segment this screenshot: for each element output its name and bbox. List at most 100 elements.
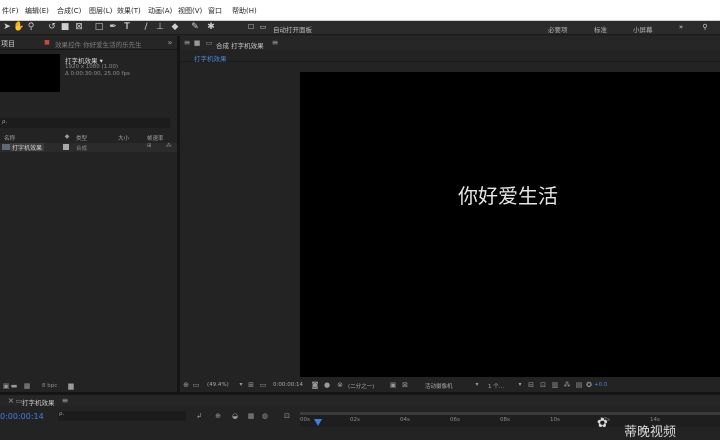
column-framerate[interactable]: 帧速率: [147, 134, 164, 142]
menu-file[interactable]: 件(F): [2, 6, 19, 16]
reset-exposure-icon[interactable]: ✪: [584, 380, 594, 390]
label-color-swatch[interactable]: [63, 144, 69, 150]
resolution-dropdown[interactable]: (二分之一): [348, 382, 374, 390]
ruler-mark: 04s: [400, 417, 410, 423]
menu-composition[interactable]: 合成(C): [57, 6, 81, 16]
project-panel-tabbar: 项目 ■ 效果控件 你好爱生活的乐先生 »: [0, 36, 177, 50]
brush-tool-icon[interactable]: /: [141, 22, 151, 33]
menu-animation[interactable]: 动画(A): [148, 6, 172, 16]
project-item-type: 合成: [76, 146, 88, 152]
graph-editor-icon[interactable]: ⊡: [282, 411, 292, 421]
tab-effect-controls[interactable]: 效果控件 你好爱生活的乐先生: [55, 39, 142, 49]
channel-icon[interactable]: ⊗: [335, 380, 345, 390]
project-search-input[interactable]: ρ.: [0, 118, 170, 128]
bpc-setting[interactable]: 8 bpc: [42, 383, 57, 389]
ruler-mark: 10s: [550, 417, 560, 423]
fast-preview-icon[interactable]: ⊡: [538, 380, 548, 390]
project-panel: 项目 ■ 效果控件 你好爱生活的乐先生 » 打字机效果 ▾ 1920 x 108…: [0, 36, 177, 390]
show-snapshot-icon[interactable]: ●: [322, 380, 332, 390]
column-name[interactable]: 名称: [4, 134, 15, 142]
timeline-search-icon: ρ.: [59, 411, 65, 417]
grid-icon[interactable]: ⊞: [246, 380, 256, 390]
draft-3d-icon[interactable]: ⊕: [213, 411, 223, 421]
roto-brush-tool-icon[interactable]: ✎: [190, 22, 200, 33]
delete-icon[interactable]: ▆: [66, 381, 76, 391]
menu-edit[interactable]: 编辑(E): [25, 6, 49, 16]
zoom-level[interactable]: (49.4%): [207, 382, 229, 388]
pen-tool-icon[interactable]: ✒: [108, 22, 118, 33]
auto-open-panel-label: 自动打开面板: [273, 26, 312, 34]
tab-menu-icon[interactable]: ≡: [270, 38, 280, 48]
timeline-icon[interactable]: ▥: [550, 380, 560, 390]
new-comp-icon[interactable]: ▦: [22, 381, 32, 391]
panel-expand-icon[interactable]: »: [165, 38, 175, 48]
lock-icon[interactable]: ■: [192, 38, 202, 48]
camera-tool-icon[interactable]: ■: [60, 22, 70, 33]
work-area-bar[interactable]: [300, 412, 720, 415]
snap-checkbox-icon[interactable]: ☐: [246, 22, 256, 33]
label-column-icon[interactable]: ◆: [62, 132, 72, 142]
menu-help[interactable]: 帮助(H): [232, 6, 257, 16]
transparency-grid-icon[interactable]: ⊠: [400, 380, 410, 390]
pan-behind-tool-icon[interactable]: ⊠: [74, 22, 84, 33]
watermark-logo-icon: ✿: [597, 416, 608, 431]
menu-window[interactable]: 窗口: [208, 6, 222, 16]
workspace-menu-icon[interactable]: »: [676, 22, 686, 33]
tree-icon: ⁂: [166, 143, 172, 149]
project-item-row[interactable]: 打字机效果 合成 ⊞ ⁂: [0, 143, 177, 152]
puppet-tool-icon[interactable]: ✱: [206, 22, 216, 33]
comp-mini-flowchart-icon[interactable]: ↲: [194, 411, 204, 421]
tab-project[interactable]: 项目: [1, 39, 15, 49]
tab-composition[interactable]: 合成 打字机效果: [216, 40, 264, 50]
column-size[interactable]: 大小: [118, 134, 129, 142]
menu-view[interactable]: 视图(V): [178, 6, 202, 16]
magnification-icon[interactable]: ⊕: [181, 380, 191, 390]
hand-tool-icon[interactable]: ✋: [13, 22, 24, 33]
snapping-icon[interactable]: ▭: [258, 22, 268, 33]
timeline-menu-icon[interactable]: ≡: [60, 396, 70, 406]
views-dropdown-icon[interactable]: ▾: [515, 380, 525, 390]
flowchart-icon: ⊞: [147, 143, 152, 149]
toggle-pixel-icon[interactable]: ⊟: [526, 380, 536, 390]
menu-layer[interactable]: 图层(L): [89, 6, 112, 16]
workspace-small-screen[interactable]: 小屏幕: [633, 24, 653, 34]
composition-viewer[interactable]: 你好爱生活: [300, 72, 720, 377]
zoom-dropdown-icon[interactable]: ▾: [236, 380, 246, 390]
search-help-icon[interactable]: ⚲: [700, 22, 710, 33]
ruler-mark: 06s: [450, 417, 460, 423]
tab-timeline[interactable]: 打字机效果: [22, 397, 55, 407]
flowchart-view-icon[interactable]: ⁂: [562, 380, 572, 390]
camera-dropdown[interactable]: 活动摄像机: [425, 382, 453, 390]
selection-tool-icon[interactable]: ➤: [2, 22, 12, 33]
workspace-essentials[interactable]: 必要项: [548, 24, 568, 34]
rotate-tool-icon[interactable]: ↺: [47, 22, 57, 33]
panel-menu-icon[interactable]: ≡: [182, 38, 192, 48]
exposure-value[interactable]: +0.0: [594, 382, 607, 388]
workspace-standard[interactable]: 标准: [594, 24, 607, 34]
current-time-display[interactable]: 0:00:00:14: [0, 412, 44, 421]
motion-blur-icon[interactable]: ◍: [260, 411, 270, 421]
composition-tabbar: ≡ ■ ▭ 合成 打字机效果 ≡: [180, 36, 720, 50]
clone-stamp-tool-icon[interactable]: ⊥: [155, 22, 165, 33]
eraser-tool-icon[interactable]: ◆: [170, 22, 180, 33]
new-folder-icon[interactable]: ▬: [9, 381, 19, 391]
menu-effect[interactable]: 效果(T): [117, 6, 141, 16]
composition-breadcrumb[interactable]: 打字机效果: [194, 53, 227, 63]
snapshot-icon[interactable]: ◙: [310, 380, 320, 390]
column-type[interactable]: 类型: [76, 134, 87, 142]
timeline-search-input[interactable]: ρ.: [58, 411, 186, 421]
playhead-icon[interactable]: [314, 419, 322, 426]
zoom-tool-icon[interactable]: ⚲: [26, 22, 36, 33]
camera-dropdown-icon[interactable]: ▾: [472, 380, 482, 390]
comp-flowchart-icon[interactable]: ▤: [574, 380, 584, 390]
views-dropdown[interactable]: 1 个...: [488, 382, 504, 390]
frame-blending-icon[interactable]: ▦: [246, 411, 256, 421]
monitor-icon[interactable]: ▭: [191, 380, 201, 390]
mask-icon[interactable]: ▭: [258, 380, 268, 390]
shy-layers-icon[interactable]: ◒: [230, 411, 240, 421]
search-icon: ρ.: [2, 119, 8, 125]
roi-icon[interactable]: ▣: [388, 380, 398, 390]
viewer-timecode[interactable]: 0:00:00:14: [273, 382, 303, 388]
type-tool-icon[interactable]: T: [122, 22, 132, 33]
rectangle-tool-icon[interactable]: □: [94, 22, 104, 33]
